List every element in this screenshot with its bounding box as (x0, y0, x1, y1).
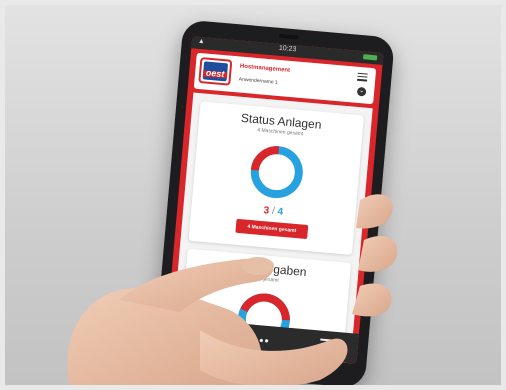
status-anlagen-card: Status Anlagen 4 Maschinen gesamt 3 / 4 … (188, 101, 365, 255)
battery-icon (362, 54, 378, 61)
ratio-separator: / (271, 205, 276, 218)
ratio-active: 3 (263, 205, 270, 217)
menu-icon[interactable] (357, 72, 368, 82)
list-icon[interactable] (319, 338, 339, 355)
chevron-left-icon[interactable]: ‹ (184, 324, 191, 342)
machine-ratio: 3 / 4 (191, 199, 355, 224)
photo-scene: ▲ 10:23 oest Hostmanagement Anwendername… (0, 0, 506, 390)
smartphone: ▲ 10:23 oest Hostmanagement Anwendername… (0, 0, 506, 390)
phone-speaker (278, 33, 299, 40)
chevron-down-icon[interactable]: ⌄ (356, 86, 367, 97)
oest-logo: oest (198, 57, 233, 86)
more-dots-icon[interactable]: ••• (253, 333, 270, 348)
phone-body: ▲ 10:23 oest Hostmanagement Anwendername… (153, 19, 395, 389)
header-username[interactable]: Anwendername 1 (238, 76, 278, 85)
machines-button[interactable]: 4 Maschinen gesamt (235, 218, 309, 240)
header-title: Hostmanagement (239, 63, 291, 74)
logo-text: oest (205, 67, 225, 80)
phone-screen: ▲ 10:23 oest Hostmanagement Anwendername… (165, 36, 384, 364)
status-donut-chart (250, 146, 303, 199)
ratio-total: 4 (277, 206, 284, 218)
